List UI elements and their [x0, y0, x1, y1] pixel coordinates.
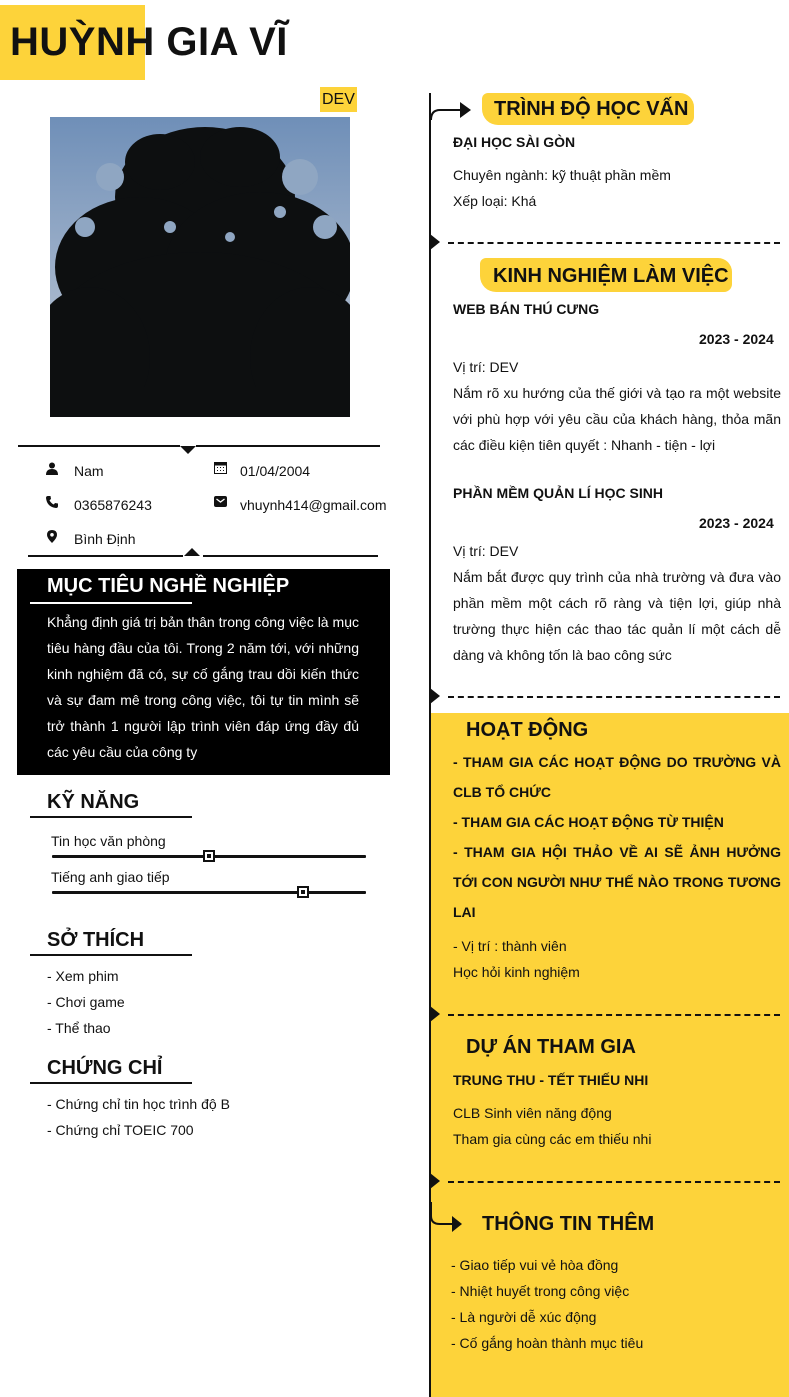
activity-position: - Vị trí : thành viên: [453, 938, 567, 954]
activity-item: - THAM GIA HỘI THẢO VỀ AI SẼ ẢNH HƯỞNG T…: [453, 844, 781, 920]
school-name: ĐẠI HỌC SÀI GÒN: [453, 134, 576, 150]
job-name: PHẦN MỀM QUẢN LÍ HỌC SINH: [453, 485, 663, 501]
dashed-divider: [448, 1181, 780, 1183]
phone-icon: [45, 496, 59, 511]
extra-item: - Nhiệt huyết trong công việc: [451, 1283, 630, 1299]
activity-item: - THAM GIA CÁC HOẠT ĐỘNG TỪ THIỆN: [453, 814, 724, 830]
role-badge: DEV: [320, 87, 357, 112]
hobbies-title: SỞ THÍCH: [47, 929, 145, 951]
email-icon: [213, 495, 227, 511]
extra-item: - Cố gắng hoàn thành mục tiêu: [451, 1335, 644, 1351]
user-icon: [45, 462, 59, 478]
project-desc: Tham gia cùng các em thiếu nhi: [453, 1131, 652, 1147]
skill-level-knob: [203, 850, 215, 862]
certificate-item: - Chứng chỉ tin học trình độ B: [47, 1096, 230, 1112]
project-name: TRUNG THU - TẾT THIẾU NHI: [453, 1072, 649, 1088]
activity-item: - THAM GIA CÁC HOẠT ĐỘNG DO TRƯỜNG VÀ CL…: [453, 754, 781, 800]
hobby-item: - Xem phim: [47, 968, 119, 984]
hobby-item: - Chơi game: [47, 994, 125, 1010]
address-text: Bình Định: [74, 531, 136, 547]
dashed-divider: [448, 696, 780, 698]
certificate-item: - Chứng chỉ TOEIC 700: [47, 1122, 194, 1138]
calendar-icon: [213, 461, 227, 477]
divider: [18, 445, 180, 447]
job-description: Nắm bắt được quy trình của nhà trường và…: [453, 569, 781, 663]
experience-title: KINH NGHIỆM LÀM VIỆC: [493, 265, 729, 287]
skill-level-knob: [297, 886, 310, 898]
triangle-down-icon: [180, 446, 196, 454]
objective-text: Khẳng định giá trị bản thân trong công v…: [47, 614, 359, 760]
skill-bar: [52, 891, 366, 894]
project-org: CLB Sinh viên năng động: [453, 1105, 612, 1121]
job-period: 2023 - 2024: [699, 515, 774, 531]
skills-title: KỸ NĂNG: [47, 791, 140, 813]
skill-label: Tiếng anh giao tiếp: [51, 869, 170, 885]
profile-photo: [50, 117, 350, 417]
hobbies-underline: [30, 954, 192, 956]
timeline-marker: [430, 688, 440, 704]
full-name: HUỲNH GIA VĨ: [10, 20, 288, 64]
job-description: Nắm rõ xu hướng của thế giới và tạo ra m…: [453, 385, 781, 453]
location-icon: [45, 530, 59, 546]
extra-item: - Là người dễ xúc động: [451, 1309, 597, 1325]
objective-title: MỤC TIÊU NGHỀ NGHIỆP: [47, 575, 290, 597]
objective-underline: [30, 602, 192, 604]
dashed-divider: [448, 242, 780, 244]
education-grade: Xếp loại: Khá: [453, 193, 537, 209]
extra-item: - Giao tiếp vui vẻ hòa đồng: [451, 1257, 619, 1273]
job-position: Vị trí: DEV: [453, 543, 519, 559]
phone-text: 0365876243: [74, 497, 152, 513]
certificates-title: CHỨNG CHỈ: [47, 1057, 163, 1079]
job-period: 2023 - 2024: [699, 331, 774, 347]
divider: [28, 555, 183, 557]
skills-underline: [30, 816, 192, 818]
certificates-underline: [30, 1082, 192, 1084]
arrow-right-icon: [430, 1202, 464, 1237]
gender-text: Nam: [74, 463, 104, 479]
birthday-text: 01/04/2004: [240, 463, 311, 479]
timeline-marker: [430, 1173, 440, 1189]
job-name: WEB BÁN THÚ CƯNG: [453, 301, 600, 317]
skill-label: Tin học văn phòng: [51, 833, 166, 849]
email-text: vhuynh414@gmail.com: [240, 497, 387, 513]
activities-title: HOẠT ĐỘNG: [466, 719, 589, 741]
education-major: Chuyên ngành: kỹ thuật phần mềm: [453, 167, 671, 183]
job-position: Vị trí: DEV: [453, 359, 519, 375]
triangle-up-icon: [184, 548, 200, 556]
education-title: TRÌNH ĐỘ HỌC VẤN: [494, 98, 689, 120]
divider: [196, 445, 380, 447]
arrow-right-icon: [430, 98, 472, 125]
projects-title: DỰ ÁN THAM GIA: [466, 1036, 636, 1058]
dashed-divider: [448, 1014, 780, 1016]
divider: [203, 555, 378, 557]
extra-title: THÔNG TIN THÊM: [482, 1213, 655, 1235]
timeline-marker: [430, 1006, 440, 1022]
activity-note: Học hỏi kinh nghiệm: [453, 964, 580, 980]
timeline-marker: [430, 234, 440, 250]
hobby-item: - Thể thao: [47, 1020, 111, 1036]
